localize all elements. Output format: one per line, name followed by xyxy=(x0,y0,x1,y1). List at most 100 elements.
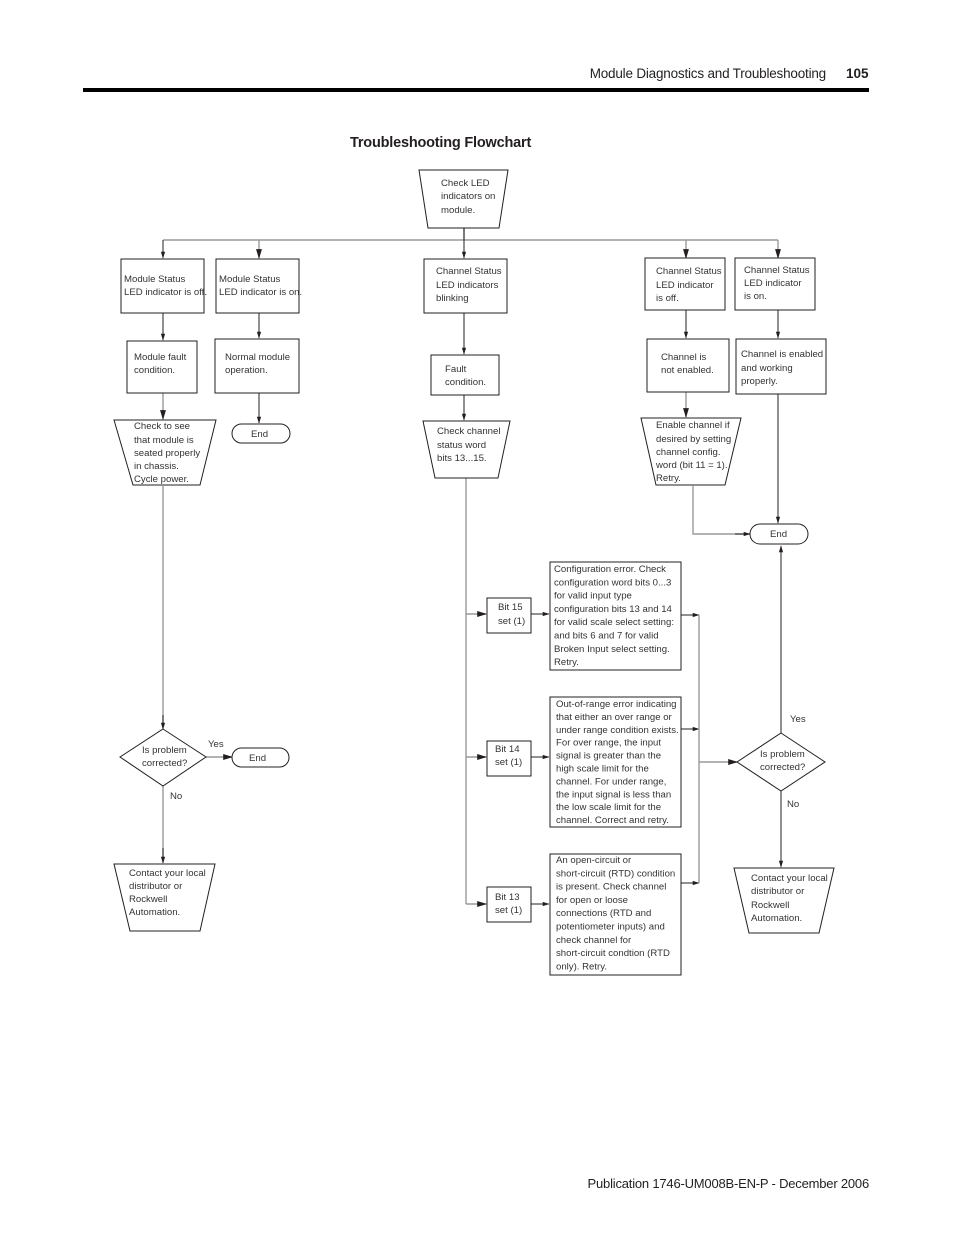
node-text-line: End xyxy=(249,753,266,764)
node-text-line: Automation. xyxy=(129,907,180,918)
node-text-line: End xyxy=(251,429,268,440)
node-text-line: configuration word bits 0...3 xyxy=(554,577,671,588)
node-text-line: for valid input type xyxy=(554,591,632,602)
node-text-line: set (1) xyxy=(495,757,522,768)
node-text-line: blinking xyxy=(436,293,469,304)
node-text-line: Out-of-range error indicating xyxy=(556,699,677,710)
node-text-line: Bit 15 xyxy=(498,602,523,613)
node-text-line: in chassis. xyxy=(134,461,179,472)
end-terminator: End xyxy=(749,523,809,545)
node-text-line: Is problem xyxy=(760,749,805,760)
channel-status-blinking-box: Channel Status LED indicators blinking xyxy=(423,258,508,314)
bit15-box: Bit 15 set (1) xyxy=(486,597,532,634)
enable-channel-node: Enable channel if desired by setting cha… xyxy=(640,417,742,486)
node-text-line: LED indicator xyxy=(656,280,714,291)
connector xyxy=(692,486,750,535)
node-text-line: condition. xyxy=(134,365,175,376)
bit13-box: Bit 13 set (1) xyxy=(486,886,532,923)
check-status-word-node: Check channel status word bits 13...15. xyxy=(422,420,511,479)
publication-footer: Publication 1746-UM008B-EN-P - December … xyxy=(587,1176,870,1191)
node-text-line: Rockwell xyxy=(129,894,167,905)
troubleshooting-flowchart: Check LED indicators on module. Module S… xyxy=(113,169,835,976)
channel-status-off-box: Channel Status LED indicator is off. xyxy=(644,257,726,311)
node-text-line: LED indicator is on. xyxy=(219,287,302,298)
node-text-line: LED indicators xyxy=(436,280,499,291)
node-text-line: word (bit 11 = 1). xyxy=(655,460,728,471)
node-text-line: and working xyxy=(741,363,793,374)
node-text-line: that either an over range or xyxy=(556,712,673,723)
node-text-line: Normal module xyxy=(225,352,290,363)
node-text-line: is present. Check channel xyxy=(556,882,666,893)
node-text-line: Retry. xyxy=(554,657,579,668)
end-terminator: End xyxy=(231,747,290,768)
node-text-line: short-circuit (RTD) condition xyxy=(556,868,675,879)
no-label: No xyxy=(787,799,799,810)
channel-status-on-box: Channel Status LED indicator is on. xyxy=(734,257,816,311)
node-text-line: module. xyxy=(441,205,475,216)
open-circuit-box: An open-circuit or short-circuit (RTD) co… xyxy=(549,853,682,976)
end-terminator: End xyxy=(231,423,291,444)
node-text-line: set (1) xyxy=(495,905,522,916)
node-text-line: Cycle power. xyxy=(134,474,189,485)
contact-support-node-right: Contact your local distributor or Rockwe… xyxy=(733,867,835,934)
node-text-line: An open-circuit or xyxy=(556,855,632,866)
node-text-line: connections (RTD and xyxy=(556,908,651,919)
node-text-line: and bits 6 and 7 for valid xyxy=(554,631,659,642)
config-error-box: Configuration error. Check configuration … xyxy=(549,561,682,671)
node-text-line: Check to see xyxy=(134,421,190,432)
node-text-line: is on. xyxy=(744,291,767,302)
node-text-line: Fault xyxy=(445,364,467,375)
node-text-line: status word xyxy=(437,440,486,451)
bit14-box: Bit 14 set (1) xyxy=(486,740,532,777)
start-node: Check LED indicators on module. xyxy=(418,169,509,229)
node-text-line: Automation. xyxy=(751,913,802,924)
node-text-line: condition. xyxy=(445,377,486,388)
node-text-line: not enabled. xyxy=(661,365,714,376)
out-of-range-box: Out-of-range error indicating that either… xyxy=(549,696,682,828)
channel-not-enabled-box: Channel is not enabled. xyxy=(646,338,730,393)
node-text-line: For over range, the input xyxy=(556,738,661,749)
node-text-line: Module Status xyxy=(219,274,281,285)
node-text-line: End xyxy=(770,529,787,540)
node-text-line: Check channel xyxy=(437,426,500,437)
node-text-line: Rockwell xyxy=(751,900,789,911)
no-label: No xyxy=(170,791,182,802)
left-decision-node: Is problem corrected? xyxy=(119,728,207,787)
node-text-line: distributor or xyxy=(751,886,805,897)
module-status-on-box: Module Status LED indicator is on. xyxy=(215,258,302,314)
connectors xyxy=(160,228,784,907)
node-text-line: configuration bits 13 and 14 xyxy=(554,604,673,615)
contact-support-node-left: Contact your local distributor or Rockwe… xyxy=(113,863,216,932)
node-text-line: Channel Status xyxy=(744,265,810,276)
node-text-line: Contact your local xyxy=(751,873,828,884)
node-text-line: channel. For under range, xyxy=(556,776,666,787)
fault-condition-box: Fault condition. xyxy=(430,354,500,396)
node-text-line: for open or loose xyxy=(556,895,628,906)
node-text-line: Configuration error. Check xyxy=(554,564,666,575)
node-text-line: distributor or xyxy=(129,881,183,892)
node-text-line: only). Retry. xyxy=(556,961,607,972)
yes-label: Yes xyxy=(790,714,806,725)
node-text-line: LED indicator is off. xyxy=(124,287,207,298)
module-fault-box: Module fault condition. xyxy=(126,340,198,394)
node-text-line: Is problem xyxy=(142,745,187,756)
node-text-line: channel config. xyxy=(656,447,721,458)
node-text-line: Channel Status xyxy=(436,266,502,277)
node-text-line: Bit 14 xyxy=(495,744,520,755)
normal-operation-box: Normal module operation. xyxy=(214,338,300,394)
node-text-line: under range condition exists. xyxy=(556,725,679,736)
node-text-line: set (1) xyxy=(498,616,525,627)
node-text-line: short-circuit condtion (RTD xyxy=(556,948,670,959)
node-text-line: Contact your local xyxy=(129,868,206,879)
channel-enabled-box: Channel is enabled and working properly. xyxy=(735,338,827,395)
node-text-line: potentiometer inputs) and xyxy=(556,922,665,933)
node-text-line: bits 13...15. xyxy=(437,453,487,464)
node-text-line: the input signal is less than xyxy=(556,789,671,800)
node-text-line: corrected? xyxy=(760,762,805,773)
node-text-line: the low scale limit for the xyxy=(556,802,661,813)
node-text-line: operation. xyxy=(225,365,268,376)
node-text-line: Enable channel if xyxy=(656,420,730,431)
node-text-line: corrected? xyxy=(142,758,187,769)
node-text-line: Retry. xyxy=(656,473,681,484)
node-text-line: Channel is enabled xyxy=(741,349,823,360)
